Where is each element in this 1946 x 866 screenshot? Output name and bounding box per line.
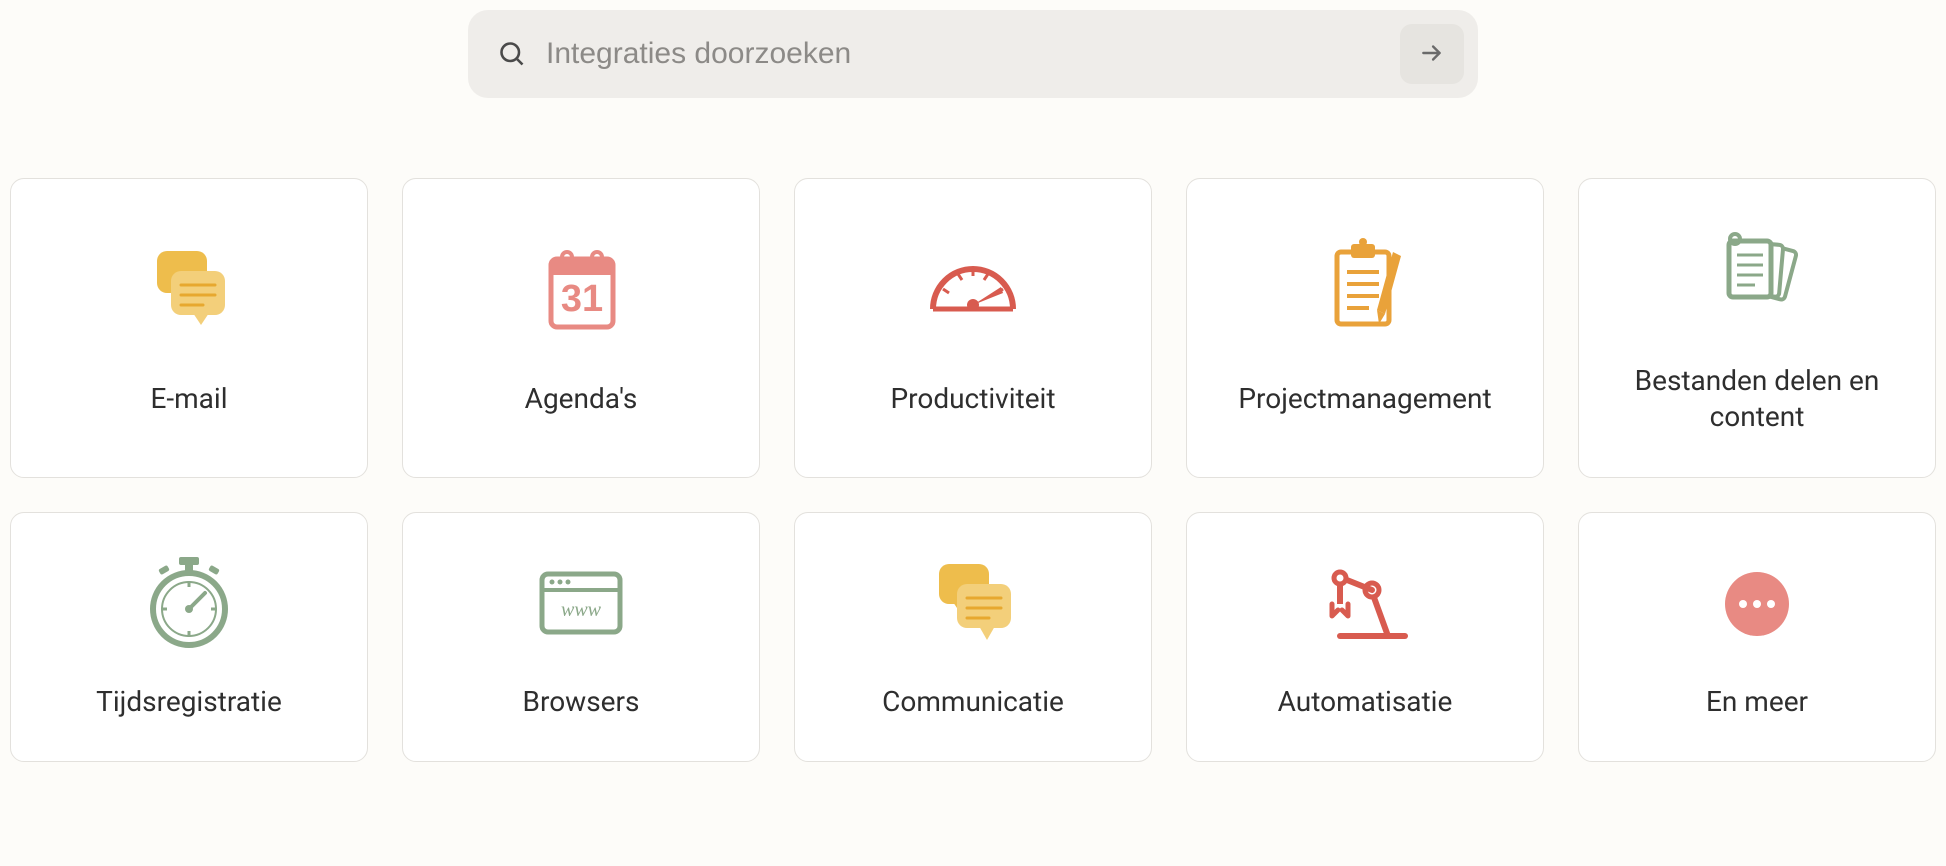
calendar-icon: 31 <box>526 239 636 339</box>
category-card-automation[interactable]: Automatisatie <box>1186 512 1544 762</box>
category-card-email[interactable]: E-mail <box>10 178 368 478</box>
category-card-productivity[interactable]: Productiviteit <box>794 178 1152 478</box>
category-label: E-mail <box>150 381 227 417</box>
stopwatch-icon <box>134 554 244 654</box>
gauge-icon <box>918 239 1028 339</box>
svg-text:www: www <box>561 599 602 621</box>
category-card-browsers[interactable]: www Browsers <box>402 512 760 762</box>
category-card-project-management[interactable]: Projectmanagement <box>1186 178 1544 478</box>
clipboard-icon <box>1310 239 1420 339</box>
category-label: En meer <box>1706 684 1808 720</box>
ellipsis-icon <box>1702 554 1812 654</box>
category-card-more[interactable]: En meer <box>1578 512 1936 762</box>
category-label: Automatisatie <box>1278 684 1453 720</box>
chat-bubbles-icon <box>134 239 244 339</box>
search-container <box>10 10 1936 98</box>
category-grid: E-mail 31 Agenda's <box>10 178 1936 762</box>
category-label: Bestanden delen en content <box>1599 363 1915 436</box>
category-card-file-sharing[interactable]: Bestanden delen en content <box>1578 178 1936 478</box>
speech-bubbles-icon <box>918 554 1028 654</box>
category-card-agendas[interactable]: 31 Agenda's <box>402 178 760 478</box>
robot-arm-icon <box>1310 554 1420 654</box>
category-label: Communicatie <box>882 684 1064 720</box>
category-card-communication[interactable]: Communicatie <box>794 512 1152 762</box>
search-input[interactable] <box>546 37 1380 71</box>
svg-text:31: 31 <box>561 278 603 320</box>
arrow-right-icon <box>1419 40 1445 69</box>
category-label: Browsers <box>523 684 640 720</box>
notes-stack-icon <box>1702 221 1812 321</box>
search-submit-button[interactable] <box>1400 24 1464 84</box>
search-icon <box>498 40 526 68</box>
search-bar[interactable] <box>468 10 1478 98</box>
category-label: Tijdsregistratie <box>96 684 282 720</box>
browser-window-icon: www <box>526 554 636 654</box>
category-label: Productiviteit <box>890 381 1055 417</box>
category-label: Projectmanagement <box>1238 381 1491 417</box>
category-label: Agenda's <box>525 381 638 417</box>
category-card-time-tracking[interactable]: Tijdsregistratie <box>10 512 368 762</box>
